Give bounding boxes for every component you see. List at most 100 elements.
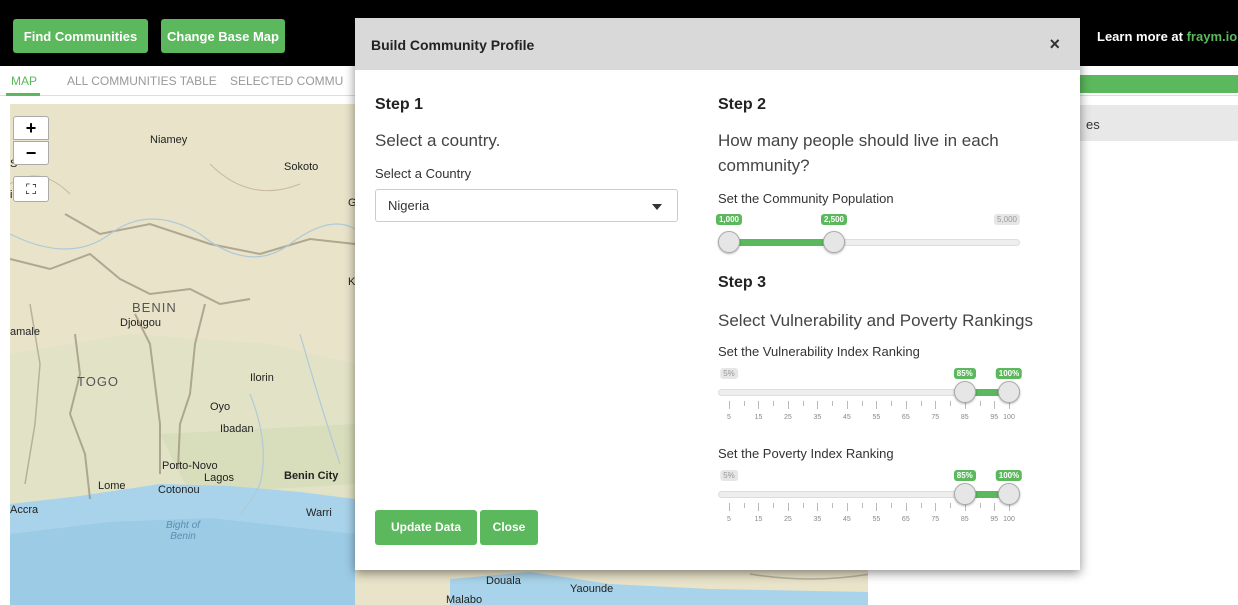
vulnerability-high-tag: 100% [995, 368, 1023, 379]
slider-tick [994, 503, 996, 511]
map-label-douala: Douala [486, 575, 521, 587]
slider-tick [905, 503, 907, 511]
slider-tick [861, 401, 863, 406]
slider-tick [743, 401, 745, 406]
slider-tick-label: 25 [784, 414, 792, 421]
population-range-max-tag: 5,000 [993, 214, 1020, 225]
active-tab-indicator [6, 93, 40, 96]
slider-tick-label: 100 [1003, 414, 1015, 421]
map-label-lome: Lome [98, 480, 126, 492]
map-label-lagos: Lagos [204, 472, 234, 484]
slider-tick-label: 75 [931, 414, 940, 421]
country-select[interactable]: Nigeria [375, 189, 678, 222]
slider-tick [905, 401, 907, 409]
slider-tick [846, 401, 848, 409]
slider-tick [920, 401, 922, 406]
slider-tick [802, 401, 804, 406]
vulnerability-slider-handle-high[interactable] [998, 381, 1020, 403]
slider-tick-label: 45 [842, 414, 851, 421]
chevron-down-icon [652, 204, 662, 210]
map-label-tamale: amale [10, 326, 40, 338]
close-button[interactable]: Close [480, 510, 538, 545]
slider-tick [891, 503, 893, 508]
slider-tick-label: 100 [1003, 516, 1015, 523]
map-label-bight-of-benin: Bight of Benin [166, 520, 200, 542]
slider-tick-label: 55 [872, 516, 881, 523]
modal-title: Build Community Profile [371, 37, 535, 53]
slider-tick [729, 503, 730, 511]
slider-tick [891, 401, 893, 406]
slider-tick [817, 401, 819, 409]
slider-tick-label: 95 [990, 516, 999, 523]
poverty-slider-handle-low[interactable] [953, 483, 976, 505]
slider-tick [979, 503, 981, 508]
slider-tick [758, 503, 760, 511]
slider-tick-label: 75 [931, 516, 940, 523]
update-data-button[interactable]: Update Data [375, 510, 477, 545]
slider-tick [773, 503, 775, 508]
learn-more-prefix: Learn more at [1097, 29, 1187, 44]
map-label-djougou: Djougou [120, 317, 161, 329]
population-slider-handle-high[interactable] [823, 231, 845, 253]
slider-tick-label: 5 [727, 516, 731, 523]
vulnerability-slider-handle-low[interactable] [953, 381, 976, 403]
vulnerability-range-min-tag: 5% [720, 368, 738, 379]
map-label-benin: BENIN [132, 300, 177, 315]
slider-tick-label: 45 [842, 516, 851, 523]
population-label: Set the Community Population [718, 191, 894, 206]
build-community-profile-modal: Build Community Profile × Step 1 Select … [355, 18, 1080, 570]
slider-tick [920, 503, 922, 508]
tab-map[interactable]: MAP [11, 74, 37, 88]
learn-more-text: Learn more at fraym.io [1097, 29, 1237, 44]
slider-tick-label: 55 [872, 414, 881, 421]
slider-tick-label: 25 [784, 516, 792, 523]
modal-header: Build Community Profile × [355, 18, 1080, 70]
change-base-map-button[interactable]: Change Base Map [161, 19, 285, 53]
poverty-slider[interactable]: 5% 85% 100% 5 15 25 35 45 55 65 75 85 95 100 [718, 470, 1023, 530]
step3-question: Select Vulnerability and Poverty Ranking… [718, 311, 1033, 330]
slider-tick [935, 401, 937, 409]
slider-tick [994, 401, 996, 409]
poverty-slider-handle-high[interactable] [998, 483, 1020, 505]
slider-tick [817, 503, 819, 511]
population-max-value-tag: 2,500 [820, 214, 848, 225]
close-icon[interactable]: × [1049, 34, 1060, 55]
map-label-ilorin: Ilorin [250, 372, 274, 384]
zoom-in-button[interactable]: + [13, 116, 49, 140]
slider-tick-label: 85 [960, 414, 969, 421]
tab-selected-communities[interactable]: SELECTED COMMU [230, 74, 343, 88]
population-slider-handle-low[interactable] [718, 231, 740, 253]
slider-tick-label: 15 [754, 516, 763, 523]
map-label-sokoto: Sokoto [284, 161, 319, 173]
poverty-label: Set the Poverty Index Ranking [718, 446, 894, 461]
population-min-tag: 1,000 [715, 214, 743, 225]
side-panel-header: es [1080, 105, 1238, 141]
vulnerability-label: Set the Vulnerability Index Ranking [718, 344, 920, 359]
slider-tick-label: 95 [990, 414, 999, 421]
map-label-niamey: Niamey [150, 134, 188, 146]
tab-all-communities-table[interactable]: ALL COMMUNITIES TABLE [67, 74, 217, 88]
map-label-malabo: Malabo [446, 594, 483, 605]
progress-bar [1080, 75, 1238, 93]
slider-tick [935, 503, 937, 511]
step2-heading: Step 2 [718, 96, 767, 113]
slider-tick-label: 35 [813, 516, 822, 523]
vulnerability-slider[interactable]: 5% 85% 100% 5 15 25 35 45 55 65 75 85 95 100 [718, 368, 1023, 428]
map-label-porto-novo: Porto-Novo [162, 460, 218, 472]
slider-tick [743, 503, 745, 508]
step1-heading: Step 1 [375, 96, 424, 113]
slider-tick [832, 401, 834, 406]
map-label-benin-city: Benin City [284, 470, 339, 482]
slider-tick [787, 503, 789, 511]
map-label-accra: Accra [10, 504, 39, 516]
slider-tick [950, 401, 952, 406]
slider-tick [802, 503, 804, 508]
fraym-link[interactable]: fraym.io [1187, 29, 1238, 44]
find-communities-button[interactable]: Find Communities [13, 19, 148, 53]
population-slider[interactable]: 1,000 2,500 5,000 [715, 214, 1020, 259]
slider-tick [832, 503, 834, 508]
zoom-out-button[interactable]: − [13, 141, 49, 165]
country-select-label: Select a Country [375, 166, 472, 181]
fullscreen-icon[interactable]: ⛶ [13, 176, 49, 202]
poverty-range-min-tag: 5% [720, 470, 738, 481]
